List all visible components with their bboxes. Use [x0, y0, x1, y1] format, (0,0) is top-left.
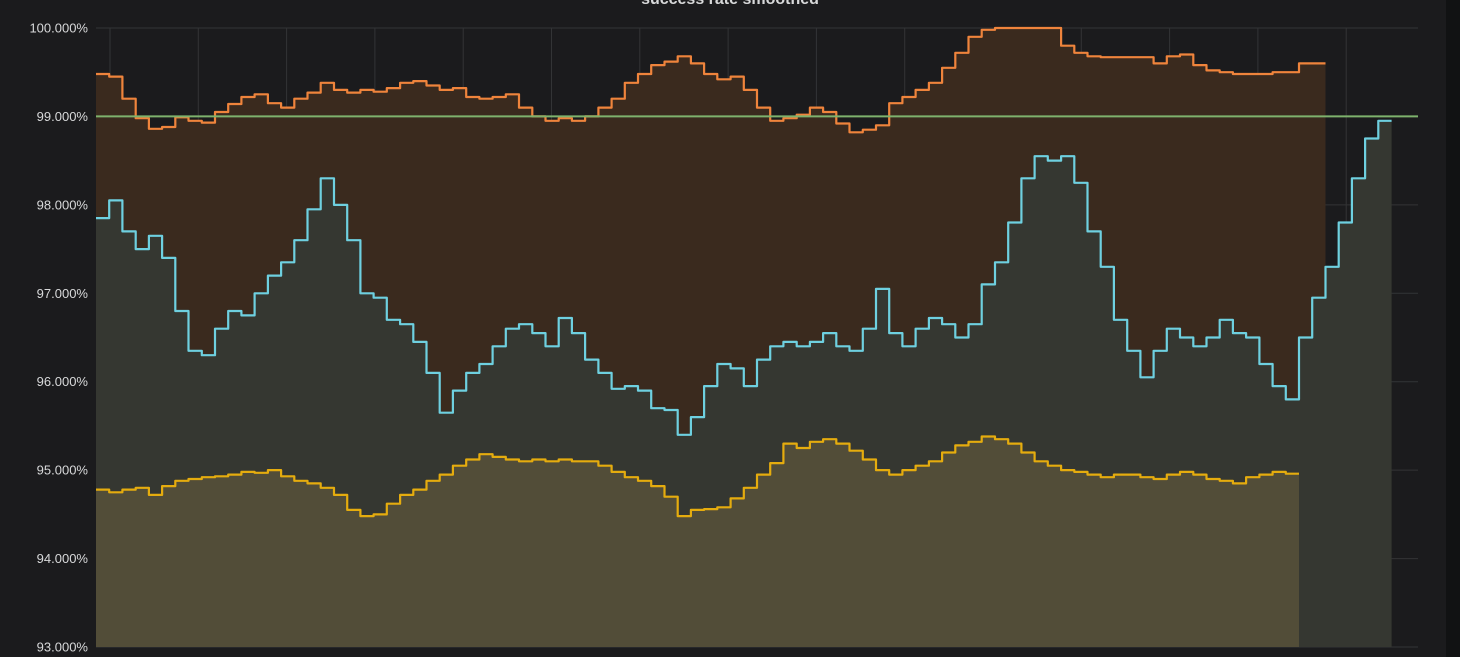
y-tick-label-2: 98.000%	[37, 197, 89, 212]
y-tick-label-6: 94.000%	[37, 551, 89, 566]
graph-panel: success rate smoothed 100.000%99.000%98.…	[0, 0, 1460, 657]
y-tick-label-7: 93.000%	[37, 640, 89, 655]
success-rate-chart: 100.000% 99.000% 98.000% 97.000% 96.000% 95.0…	[29, 21, 1418, 655]
y-tick-label-4: 96.000%	[37, 374, 89, 389]
series-areas	[96, 28, 1392, 648]
y-tick-label-5: 95.000%	[37, 463, 89, 478]
panel-scroll-edge	[1446, 0, 1460, 657]
y-axis: 100.000% 99.000% 98.000% 97.000% 96.000% 95.0…	[29, 21, 88, 655]
y-tick-label-3: 97.000%	[37, 286, 89, 301]
y-tick-label-0: 100.000%	[29, 21, 88, 36]
y-tick-label-1: 99.000%	[37, 109, 89, 124]
